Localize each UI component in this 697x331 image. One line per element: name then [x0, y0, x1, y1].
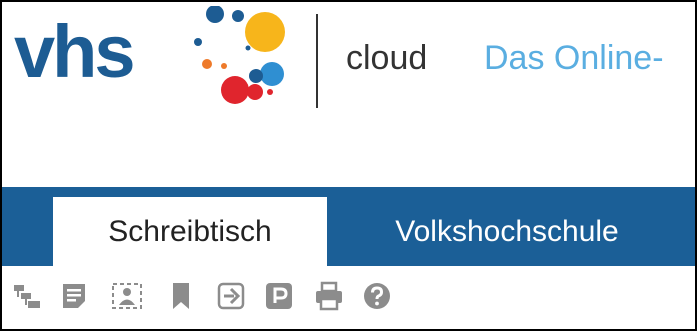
main-navigation: Schreibtisch Volkshochschule: [2, 187, 695, 266]
tagline: Das Online-: [484, 39, 664, 77]
product-name: cloud: [346, 39, 428, 77]
notes-icon[interactable]: [57, 279, 91, 313]
help-icon[interactable]: [360, 279, 394, 313]
tab-volkshochschule[interactable]: Volkshochschule: [347, 197, 667, 266]
print-icon[interactable]: [312, 279, 346, 313]
vhs-logo[interactable]: vhs: [10, 6, 300, 106]
tab-schreibtisch[interactable]: Schreibtisch: [53, 197, 327, 266]
toolbar: [2, 266, 695, 329]
logout-icon[interactable]: [214, 279, 248, 313]
header-divider: [316, 14, 318, 108]
participants-icon[interactable]: [110, 279, 144, 313]
logo-dots-icon: [194, 6, 285, 104]
app-window: vhs cloud Das Online- Schreibtisch Volks…: [0, 0, 697, 331]
bookmark-icon[interactable]: [164, 279, 198, 313]
parking-icon[interactable]: [262, 279, 296, 313]
header: vhs cloud Das Online-: [2, 2, 695, 187]
hierarchy-icon[interactable]: [10, 279, 44, 313]
